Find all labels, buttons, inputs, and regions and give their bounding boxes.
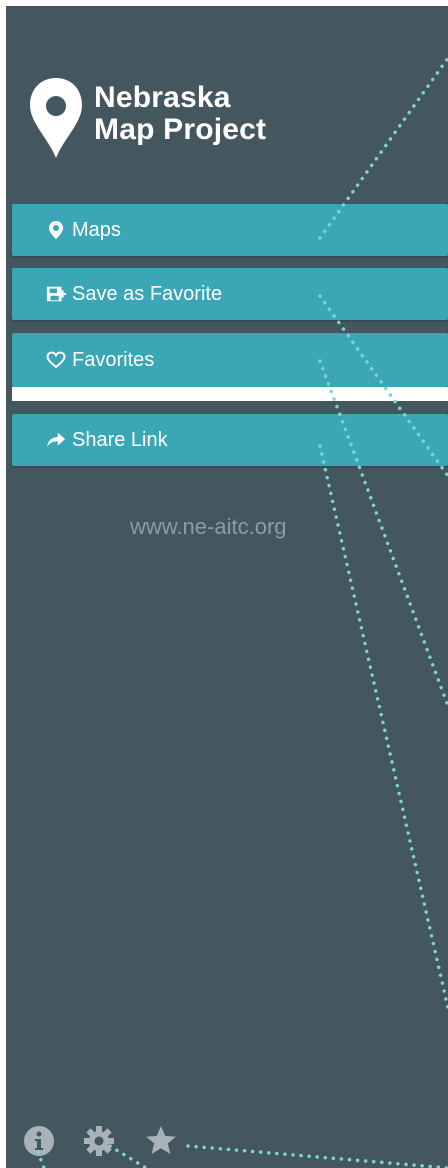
share-link-button[interactable]: Share Link bbox=[12, 414, 448, 466]
share-link-label: Share Link bbox=[72, 428, 168, 451]
app-title: Nebraska Map Project bbox=[94, 82, 266, 146]
favorites-button[interactable]: Favorites bbox=[12, 333, 448, 387]
decorative-dotted-lines bbox=[36, 56, 448, 1168]
info-icon[interactable] bbox=[22, 1124, 56, 1158]
map-marker-icon bbox=[46, 220, 66, 240]
favorites-label: Favorites bbox=[72, 348, 155, 371]
maps-button-label: Maps bbox=[72, 218, 121, 241]
maps-button[interactable]: Maps bbox=[12, 204, 448, 256]
floppy-save-icon bbox=[46, 284, 66, 304]
sidebar-panel: Nebraska Map Project Maps Save as Favori… bbox=[6, 6, 448, 1168]
app-title-line2: Map Project bbox=[94, 113, 267, 146]
app-title-line1: Nebraska bbox=[94, 81, 231, 114]
favorites-list-panel bbox=[12, 387, 448, 401]
website-url[interactable]: www.ne-aitc.org bbox=[130, 514, 287, 540]
gear-icon[interactable] bbox=[82, 1124, 116, 1158]
share-arrow-icon bbox=[46, 430, 66, 450]
save-as-favorite-button[interactable]: Save as Favorite bbox=[12, 268, 448, 320]
heart-icon bbox=[46, 350, 66, 370]
save-as-favorite-label: Save as Favorite bbox=[72, 282, 223, 305]
map-pin-logo-icon bbox=[30, 78, 82, 158]
star-icon[interactable] bbox=[144, 1124, 178, 1158]
